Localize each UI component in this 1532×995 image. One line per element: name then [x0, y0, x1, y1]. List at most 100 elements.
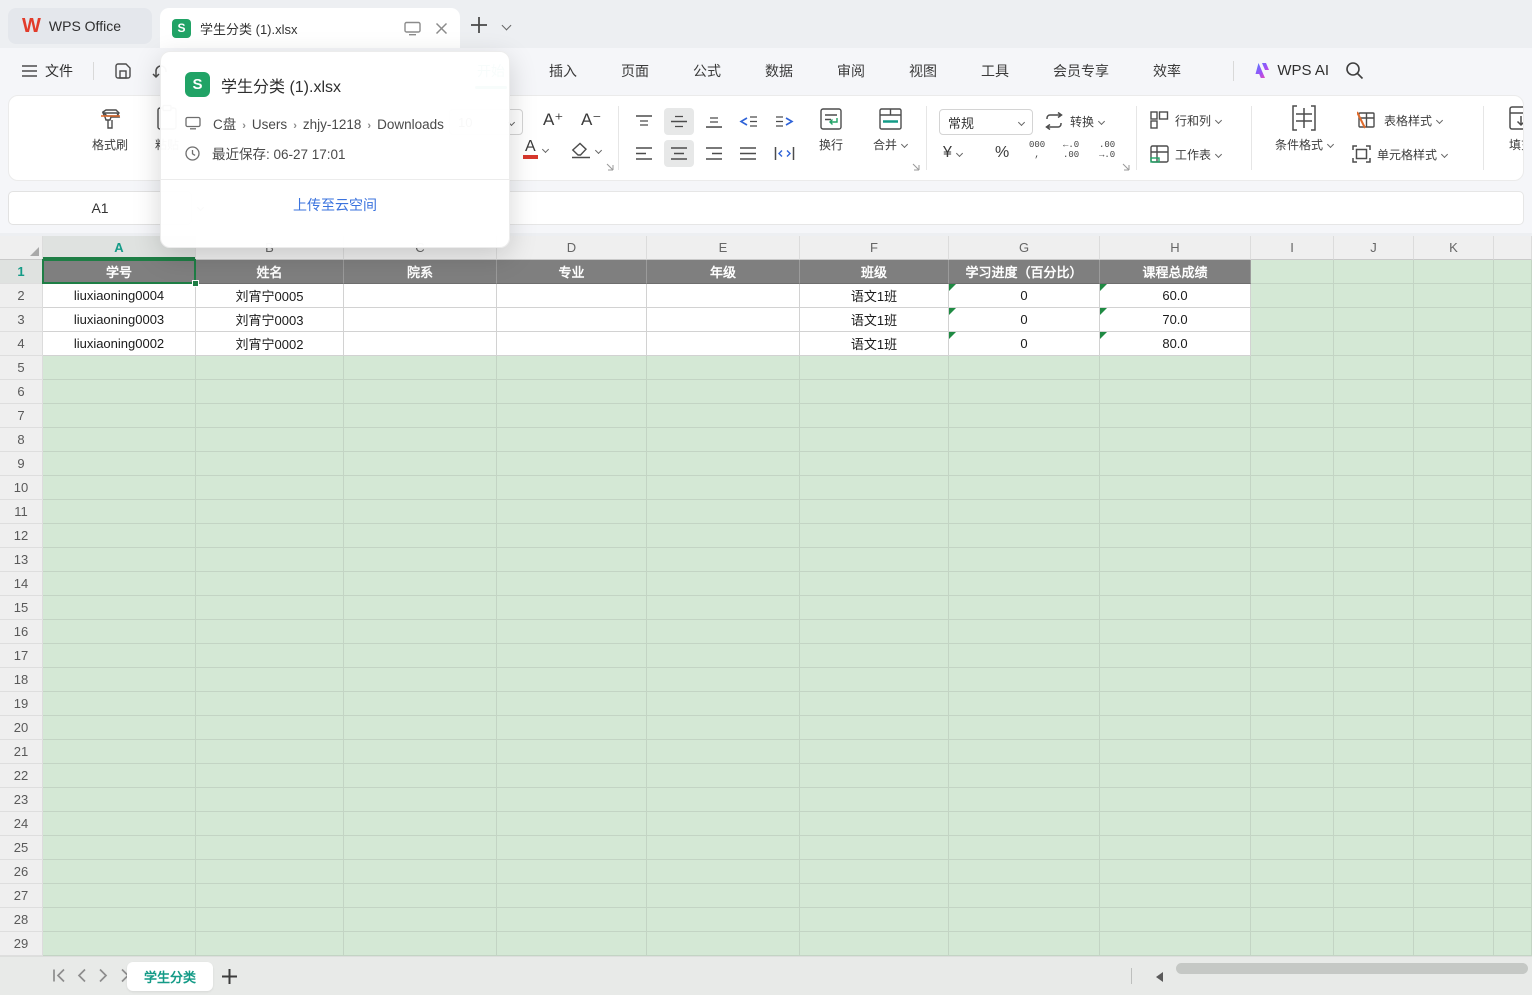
row-header-18[interactable]: 18	[0, 668, 43, 692]
cell-C28[interactable]	[344, 908, 497, 932]
cell-A9[interactable]	[43, 452, 196, 476]
cell-A24[interactable]	[43, 812, 196, 836]
cell-G29[interactable]	[949, 932, 1100, 956]
cell-D28[interactable]	[497, 908, 647, 932]
path-segment[interactable]: Users	[252, 117, 287, 132]
cell-25[interactable]	[1494, 836, 1532, 860]
cell-H6[interactable]	[1100, 380, 1251, 404]
cell-A15[interactable]	[43, 596, 196, 620]
decrease-decimal-button[interactable]: .00→.0	[1099, 140, 1115, 160]
cell-H19[interactable]	[1100, 692, 1251, 716]
cell-K3[interactable]	[1414, 308, 1494, 332]
wps-ai-button[interactable]: WPS AI	[1250, 62, 1329, 79]
cell-F2[interactable]: 语文1班	[800, 284, 949, 308]
cell-I11[interactable]	[1251, 500, 1334, 524]
cell-C3[interactable]	[344, 308, 497, 332]
cell-A14[interactable]	[43, 572, 196, 596]
cell-I1[interactable]	[1251, 260, 1334, 284]
cell-J20[interactable]	[1334, 716, 1414, 740]
row-header-5[interactable]: 5	[0, 356, 43, 380]
cell-16[interactable]	[1494, 620, 1532, 644]
cell-F22[interactable]	[800, 764, 949, 788]
cell-J21[interactable]	[1334, 740, 1414, 764]
cell-E23[interactable]	[647, 788, 800, 812]
font-color-button[interactable]: A	[523, 140, 548, 159]
cell-D13[interactable]	[497, 548, 647, 572]
cell-D25[interactable]	[497, 836, 647, 860]
cell-26[interactable]	[1494, 860, 1532, 884]
cell-D8[interactable]	[497, 428, 647, 452]
cell-K17[interactable]	[1414, 644, 1494, 668]
first-sheet-icon[interactable]	[52, 968, 67, 983]
file-menu[interactable]: 文件	[45, 61, 73, 81]
row-header-20[interactable]: 20	[0, 716, 43, 740]
cell-D27[interactable]	[497, 884, 647, 908]
cell-B28[interactable]	[196, 908, 344, 932]
cell-H3[interactable]: 70.0	[1100, 308, 1251, 332]
cell-B1[interactable]: 姓名	[196, 260, 344, 284]
align-right-button[interactable]	[699, 140, 729, 167]
cell-E8[interactable]	[647, 428, 800, 452]
expand-group-icon[interactable]	[605, 162, 615, 172]
cell-G24[interactable]	[949, 812, 1100, 836]
cell-I10[interactable]	[1251, 476, 1334, 500]
cell-F23[interactable]	[800, 788, 949, 812]
thousands-separator-button[interactable]: 000,	[1029, 140, 1045, 160]
cell-G6[interactable]	[949, 380, 1100, 404]
eraser-button[interactable]	[571, 142, 601, 159]
row-header-11[interactable]: 11	[0, 500, 43, 524]
cell-F19[interactable]	[800, 692, 949, 716]
cell-C26[interactable]	[344, 860, 497, 884]
cell-G25[interactable]	[949, 836, 1100, 860]
cell-19[interactable]	[1494, 692, 1532, 716]
cell-D9[interactable]	[497, 452, 647, 476]
cell-F4[interactable]: 语文1班	[800, 332, 949, 356]
cell-I13[interactable]	[1251, 548, 1334, 572]
cell-29[interactable]	[1494, 932, 1532, 956]
cell-E3[interactable]	[647, 308, 800, 332]
cell-G26[interactable]	[949, 860, 1100, 884]
cell-K21[interactable]	[1414, 740, 1494, 764]
cell-E24[interactable]	[647, 812, 800, 836]
cell-E11[interactable]	[647, 500, 800, 524]
cell-F17[interactable]	[800, 644, 949, 668]
cell-I7[interactable]	[1251, 404, 1334, 428]
cell-I18[interactable]	[1251, 668, 1334, 692]
cell-I2[interactable]	[1251, 284, 1334, 308]
cell-H27[interactable]	[1100, 884, 1251, 908]
cell-J29[interactable]	[1334, 932, 1414, 956]
column-header-K[interactable]: K	[1414, 236, 1494, 260]
cell-J2[interactable]	[1334, 284, 1414, 308]
menu-tab-工具[interactable]: 工具	[959, 48, 1031, 93]
row-header-4[interactable]: 4	[0, 332, 43, 356]
cell-B25[interactable]	[196, 836, 344, 860]
cell-J9[interactable]	[1334, 452, 1414, 476]
cell-J13[interactable]	[1334, 548, 1414, 572]
cell-F15[interactable]	[800, 596, 949, 620]
row-header-21[interactable]: 21	[0, 740, 43, 764]
open-in-window-icon[interactable]	[404, 21, 421, 36]
row-header-12[interactable]: 12	[0, 524, 43, 548]
menu-tab-效率[interactable]: 效率	[1131, 48, 1203, 93]
cell-I4[interactable]	[1251, 332, 1334, 356]
cell-C11[interactable]	[344, 500, 497, 524]
cell-H13[interactable]	[1100, 548, 1251, 572]
close-tab-icon[interactable]	[435, 22, 448, 35]
cell-B15[interactable]	[196, 596, 344, 620]
cell-K13[interactable]	[1414, 548, 1494, 572]
scroll-left-icon[interactable]	[1156, 972, 1163, 982]
cell-K26[interactable]	[1414, 860, 1494, 884]
cell-G5[interactable]	[949, 356, 1100, 380]
cell-23[interactable]	[1494, 788, 1532, 812]
add-sheet-button[interactable]	[221, 968, 238, 985]
cell-6[interactable]	[1494, 380, 1532, 404]
cell-K24[interactable]	[1414, 812, 1494, 836]
cell-F14[interactable]	[800, 572, 949, 596]
convert-button[interactable]: 转换	[1043, 112, 1104, 130]
cell-G7[interactable]	[949, 404, 1100, 428]
cell-I16[interactable]	[1251, 620, 1334, 644]
cell-H21[interactable]	[1100, 740, 1251, 764]
cell-9[interactable]	[1494, 452, 1532, 476]
cell-style-button[interactable]: 单元格样式	[1351, 144, 1447, 164]
row-header-8[interactable]: 8	[0, 428, 43, 452]
